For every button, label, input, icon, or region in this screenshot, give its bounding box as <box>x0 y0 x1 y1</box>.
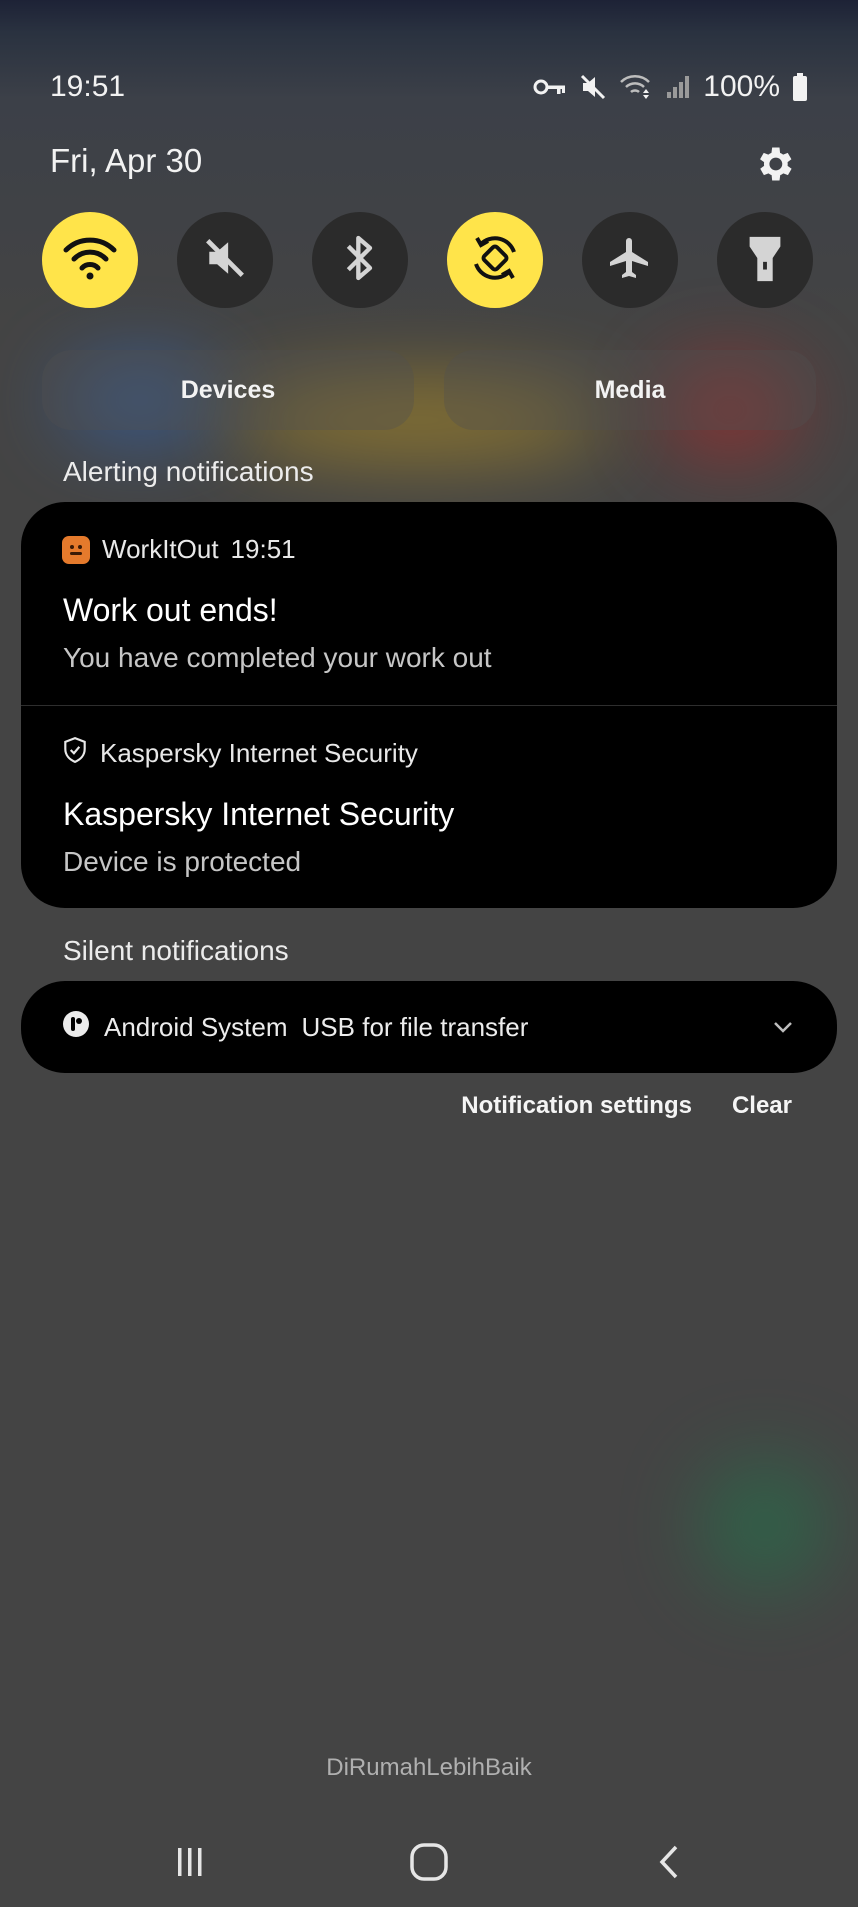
wifi-icon <box>63 235 117 286</box>
notification-title: Kaspersky Internet Security <box>63 796 455 832</box>
clear-button[interactable]: Clear <box>732 1092 792 1120</box>
notification-settings-button[interactable]: Notification settings <box>461 1092 692 1120</box>
quick-setting-auto-rotate[interactable] <box>447 212 543 308</box>
workitout-app-icon <box>62 535 90 564</box>
chevron-down-icon[interactable] <box>769 1013 797 1041</box>
quick-setting-flashlight[interactable] <box>717 212 813 308</box>
notification-kaspersky[interactable]: Kaspersky Internet Security Kaspersky In… <box>21 706 837 908</box>
alerting-notifications-card: WorkItOut 19:51 Work out ends! You have … <box>21 502 837 908</box>
notification-app-name: Kaspersky Internet Security <box>100 738 418 768</box>
recent-apps-icon <box>170 1842 210 1887</box>
quick-setting-sound[interactable] <box>177 212 273 308</box>
devices-button[interactable]: Devices <box>42 350 414 430</box>
wifi-data-icon <box>619 73 653 101</box>
notification-text: USB for file transfer <box>301 1011 529 1042</box>
battery-percentage: 100% <box>703 70 780 103</box>
notification-header: WorkItOut 19:51 <box>62 534 296 565</box>
notification-title: Work out ends! <box>63 592 278 628</box>
battery-icon <box>792 73 808 101</box>
android-system-icon <box>62 1010 90 1045</box>
recent-apps-button[interactable] <box>160 1840 220 1888</box>
back-button[interactable] <box>640 1840 700 1888</box>
notification-body: Device is protected <box>63 846 302 877</box>
bluetooth-icon <box>340 233 380 288</box>
alerting-notifications-label: Alerting notifications <box>63 456 314 487</box>
status-clock: 19:51 <box>50 70 126 103</box>
notification-time: 19:51 <box>230 534 296 564</box>
media-button[interactable]: Media <box>444 350 816 430</box>
notification-actions: Notification settings Clear <box>461 1092 792 1120</box>
status-icons: 100% <box>533 70 808 104</box>
quick-settings-row <box>0 212 858 308</box>
back-icon <box>650 1842 690 1887</box>
notification-body: You have completed your work out <box>63 642 492 673</box>
notification-workitout[interactable]: WorkItOut 19:51 Work out ends! You have … <box>21 502 837 706</box>
home-button[interactable] <box>399 1840 459 1888</box>
airplane-icon <box>606 234 654 287</box>
quick-setting-wifi[interactable] <box>42 212 138 308</box>
navigation-bar <box>0 1820 858 1907</box>
home-icon <box>407 1840 451 1889</box>
rotate-icon <box>467 230 523 291</box>
settings-gear-icon[interactable] <box>752 142 796 186</box>
date-label: Fri, Apr 30 <box>50 142 203 179</box>
flashlight-icon <box>745 233 785 288</box>
status-bar: 19:51 100% <box>0 60 858 120</box>
notification-app-name: Android System <box>104 1011 288 1042</box>
mute-icon <box>203 236 247 285</box>
watermark-text: DiRumahLebihBaik <box>326 1754 532 1781</box>
devices-media-row: Devices Media <box>0 350 858 430</box>
silent-notifications-label: Silent notifications <box>63 935 289 966</box>
shield-icon <box>62 736 88 771</box>
key-icon <box>533 77 567 97</box>
silent-notifications-card[interactable]: Android System USB for file transfer <box>21 981 837 1073</box>
notification-app-name: WorkItOut <box>102 534 219 564</box>
wallpaper-blur <box>700 1460 830 1590</box>
signal-icon <box>665 74 691 100</box>
silent-notification-row: Android System USB for file transfer <box>62 981 528 1073</box>
quick-setting-airplane[interactable] <box>582 212 678 308</box>
notification-header: Kaspersky Internet Security <box>62 736 418 771</box>
mute-icon <box>579 73 607 101</box>
quick-setting-bluetooth[interactable] <box>312 212 408 308</box>
